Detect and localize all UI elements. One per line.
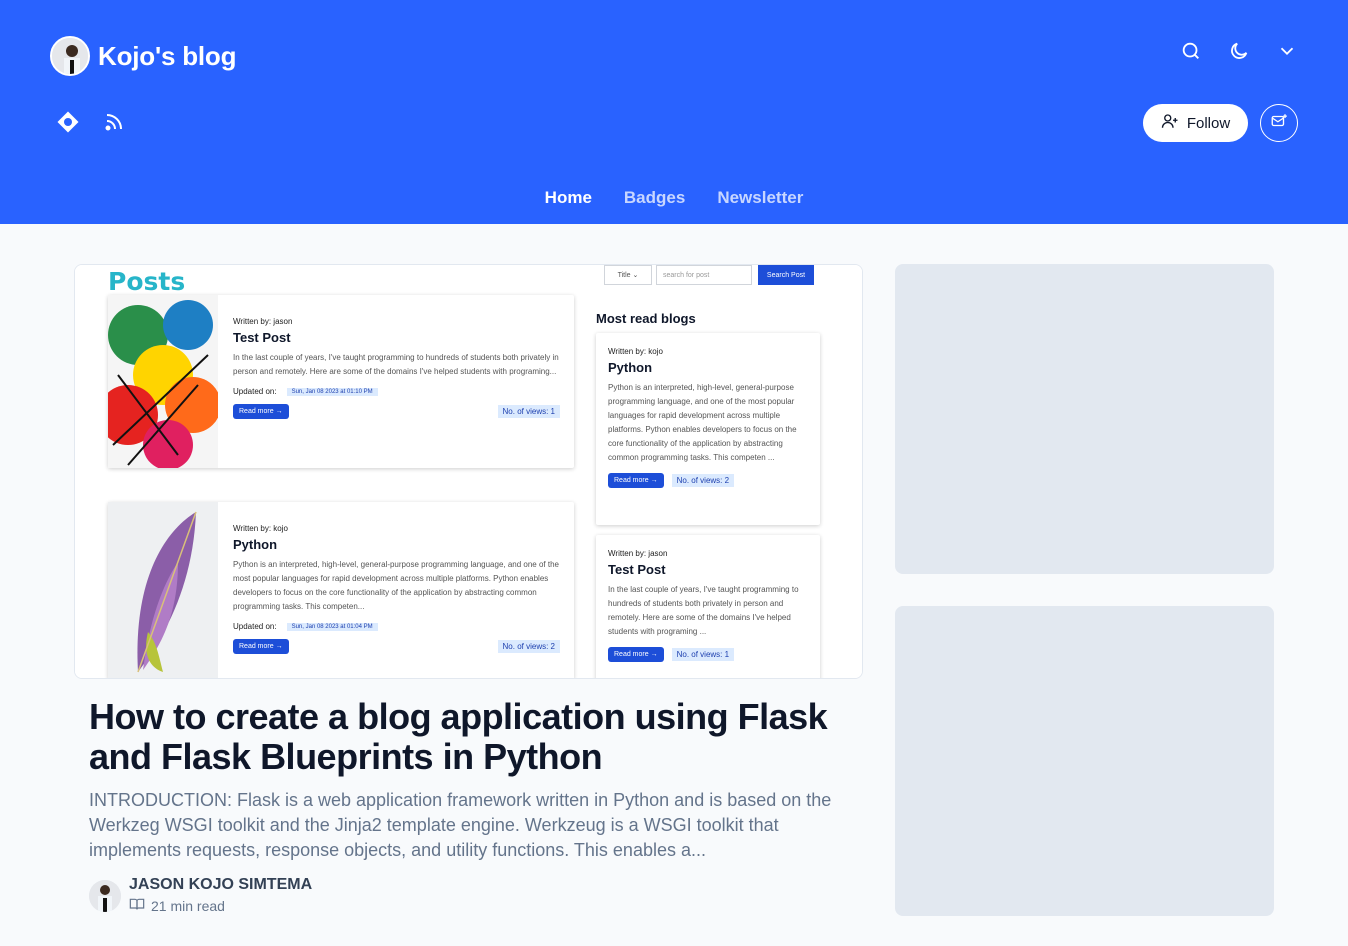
article-title[interactable]: How to create a blog application using F…: [89, 697, 849, 777]
post-author: Written by: kojo: [608, 347, 663, 356]
thumb-post-card: Written by: jason Test Post In the last …: [98, 295, 574, 470]
post-excerpt: In the last couple of years, I've taught…: [608, 585, 799, 636]
thumb-post-card: Written by: kojo Python Python is an int…: [108, 502, 574, 678]
chevron-down-icon[interactable]: [1276, 40, 1298, 62]
mail-plus-icon: [1270, 112, 1288, 135]
post-excerpt: Python is an interpreted, high-level, ge…: [233, 560, 559, 611]
post-author: Written by: jason: [233, 317, 293, 326]
post-title: Test Post: [233, 330, 291, 345]
updated-label: Updated on:: [233, 387, 277, 396]
views-badge: No. of views: 1: [497, 405, 560, 418]
thumb-search-input: search for post: [656, 265, 752, 285]
article-cover[interactable]: Posts Title ⌄ search for post Search Pos…: [74, 264, 863, 679]
views-badge: No. of views: 2: [497, 640, 560, 653]
cover-screenshot: Posts Title ⌄ search for post Search Pos…: [75, 265, 862, 678]
post-author: Written by: jason: [608, 549, 668, 558]
updated-date: Sun, Jan 08 2023 at 01:04 PM: [286, 622, 378, 631]
newsletter-button[interactable]: [1260, 104, 1298, 142]
most-read-card: Written by: jason Test Post In the last …: [596, 535, 820, 678]
read-time-label: 21 min read: [151, 897, 225, 914]
updated-date: Sun, Jan 08 2023 at 01:10 PM: [286, 387, 378, 396]
views-badge: No. of views: 1: [671, 648, 735, 661]
main-nav: Home Badges Newsletter: [0, 188, 1348, 208]
read-time: 21 min read: [129, 896, 312, 915]
moon-icon[interactable]: [1228, 40, 1250, 62]
nav-badges[interactable]: Badges: [624, 188, 685, 208]
post-excerpt: Python is an interpreted, high-level, ge…: [608, 383, 797, 462]
paint-splash-image: [98, 295, 221, 470]
search-icon[interactable]: [1180, 40, 1202, 62]
blog-brand[interactable]: Kojo's blog: [50, 36, 237, 76]
read-more-button: Read more →: [608, 647, 664, 662]
post-title: Python: [233, 537, 278, 552]
read-more-button: Read more →: [233, 404, 289, 419]
book-open-icon: [129, 896, 145, 915]
follow-label: Follow: [1186, 114, 1231, 132]
hashnode-icon[interactable]: [56, 110, 80, 134]
add-user-icon: [1161, 112, 1179, 134]
post-title: Test Post: [608, 562, 666, 577]
updated-label: Updated on:: [233, 622, 277, 631]
most-read-card: Written by: kojo Python Python is an int…: [596, 333, 820, 525]
sidebar-placeholder: [895, 264, 1274, 574]
author-avatar[interactable]: [89, 879, 121, 912]
thumb-search-select: Title ⌄: [604, 265, 652, 285]
thumb-search-button: Search Post: [758, 265, 814, 285]
follow-button[interactable]: Follow: [1143, 104, 1248, 142]
most-read-heading: Most read blogs: [596, 311, 696, 326]
blog-avatar: [50, 36, 90, 76]
nav-newsletter[interactable]: Newsletter: [717, 188, 803, 208]
post-excerpt: In the last couple of years, I've taught…: [233, 353, 559, 376]
blog-header: Kojo's blog Follow Home Badges Newslette…: [0, 0, 1348, 224]
author-name[interactable]: JASON KOJO SIMTEMA: [129, 876, 312, 894]
article-excerpt[interactable]: INTRODUCTION: Flask is a web application…: [89, 788, 849, 863]
read-more-button: Read more →: [233, 639, 289, 654]
views-badge: No. of views: 2: [671, 474, 735, 487]
blog-title: Kojo's blog: [98, 40, 237, 71]
read-more-button: Read more →: [608, 473, 664, 488]
article-author: JASON KOJO SIMTEMA 21 min read: [89, 876, 312, 915]
post-author: Written by: kojo: [233, 524, 288, 533]
feather-image: [108, 502, 218, 678]
thumb-search-bar: Title ⌄ search for post Search Post: [604, 265, 814, 285]
nav-home[interactable]: Home: [545, 188, 592, 208]
posts-heading: Posts: [108, 267, 186, 296]
post-title: Python: [608, 360, 653, 375]
sidebar-placeholder: [895, 606, 1274, 916]
rss-icon[interactable]: [102, 110, 126, 134]
